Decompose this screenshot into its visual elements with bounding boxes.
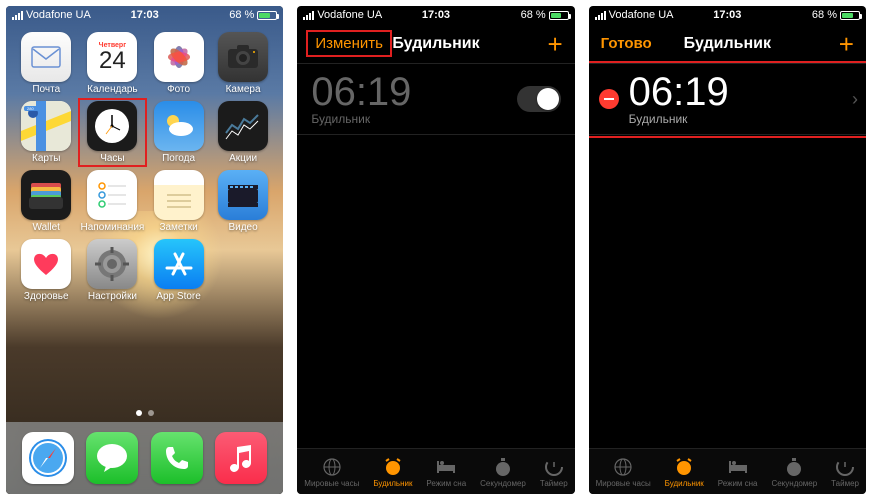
timer-icon (543, 456, 565, 478)
home-screen: Vodafone UA 17:03 68 % Почта Четверг24Ка… (6, 6, 283, 494)
tab-bar: Мировые часы Будильник Режим сна Секундо… (297, 448, 574, 494)
battery-icon (257, 11, 277, 20)
globe-icon (321, 456, 343, 478)
alarm-row-edit[interactable]: 06:19 Будильник › (589, 64, 866, 135)
bed-icon (435, 456, 457, 478)
battery-pct: 68 % (229, 9, 254, 21)
status-bar: Vodafone UA 17:03 68 % (6, 6, 283, 24)
battery-pct: 68 % (521, 9, 546, 21)
safari-app[interactable] (22, 432, 74, 484)
timer-tab[interactable]: Таймер (831, 456, 859, 488)
alarm-icon (673, 456, 695, 478)
tab-bar: Мировые часы Будильник Режим сна Секундо… (589, 448, 866, 494)
add-button[interactable]: + (839, 31, 854, 57)
app-grid: Почта Четверг24Календарь Фото Камера 280… (6, 24, 283, 302)
nav-title: Будильник (684, 35, 771, 53)
camera-app[interactable]: Камера (213, 32, 274, 95)
messages-app[interactable] (86, 432, 138, 484)
battery-pct: 68 % (812, 9, 837, 21)
status-time: 17:03 (131, 9, 159, 21)
battery-icon (549, 11, 569, 20)
weather-app[interactable]: Погода (148, 101, 209, 164)
dock (6, 422, 283, 494)
edit-button[interactable]: Изменить (309, 33, 389, 54)
timer-tab[interactable]: Таймер (540, 456, 568, 488)
stocks-app[interactable]: Акции (213, 101, 274, 164)
clock-app[interactable]: Часы (81, 101, 145, 164)
world-clock-tab[interactable]: Мировые часы (596, 456, 651, 488)
world-clock-tab[interactable]: Мировые часы (304, 456, 359, 488)
alarm-time: 06:19 (311, 72, 506, 112)
mail-app[interactable]: Почта (16, 32, 77, 95)
wallet-app[interactable]: Wallet (16, 170, 77, 233)
add-button[interactable]: + (547, 31, 562, 57)
bedtime-tab[interactable]: Режим сна (718, 456, 758, 488)
health-app[interactable]: Здоровье (16, 239, 77, 302)
carrier-label: Vodafone UA (317, 9, 382, 21)
nav-bar: Изменить Будильник + (297, 24, 574, 64)
status-bar: Vodafone UA 17:03 68 % (589, 6, 866, 24)
carrier-label: Vodafone UA (609, 9, 674, 21)
alarm-time: 06:19 (629, 72, 842, 112)
stopwatch-tab[interactable]: Секундомер (480, 456, 526, 488)
chevron-right-icon: › (852, 89, 858, 110)
alarm-label: Будильник (629, 112, 842, 126)
delete-button[interactable] (599, 89, 619, 109)
alarm-toggle[interactable] (517, 86, 561, 112)
status-time: 17:03 (713, 9, 741, 21)
battery-icon (840, 11, 860, 20)
stopwatch-icon (783, 456, 805, 478)
page-dots (136, 410, 154, 416)
signal-icon (12, 11, 23, 20)
reminders-app[interactable]: Напоминания (81, 170, 145, 233)
alarm-tab[interactable]: Будильник (373, 456, 412, 488)
alarm-screen-edit: Vodafone UA 17:03 68 % Готово Будильник … (589, 6, 866, 494)
alarm-label: Будильник (311, 112, 506, 126)
photos-app[interactable]: Фото (148, 32, 209, 95)
phone-app[interactable] (151, 432, 203, 484)
notes-app[interactable]: Заметки (148, 170, 209, 233)
alarm-screen-list: Vodafone UA 17:03 68 % Изменить Будильни… (297, 6, 574, 494)
nav-title: Будильник (392, 35, 479, 53)
alarm-icon (382, 456, 404, 478)
alarm-tab[interactable]: Будильник (665, 456, 704, 488)
videos-app[interactable]: Видео (213, 170, 274, 233)
svg-text:280: 280 (27, 106, 34, 111)
bed-icon (727, 456, 749, 478)
timer-icon (834, 456, 856, 478)
alarm-row[interactable]: 06:19 Будильник (297, 64, 574, 135)
settings-app[interactable]: Настройки (81, 239, 145, 302)
globe-icon (612, 456, 634, 478)
music-app[interactable] (215, 432, 267, 484)
bedtime-tab[interactable]: Режим сна (426, 456, 466, 488)
signal-icon (595, 11, 606, 20)
stopwatch-tab[interactable]: Секундомер (771, 456, 817, 488)
carrier-label: Vodafone UA (26, 9, 91, 21)
status-time: 17:03 (422, 9, 450, 21)
maps-app[interactable]: 280Карты (16, 101, 77, 164)
signal-icon (303, 11, 314, 20)
stopwatch-icon (492, 456, 514, 478)
nav-bar: Готово Будильник + (589, 24, 866, 64)
calendar-app[interactable]: Четверг24Календарь (81, 32, 145, 95)
appstore-app[interactable]: App Store (148, 239, 209, 302)
status-bar: Vodafone UA 17:03 68 % (297, 6, 574, 24)
done-button[interactable]: Готово (601, 35, 652, 52)
